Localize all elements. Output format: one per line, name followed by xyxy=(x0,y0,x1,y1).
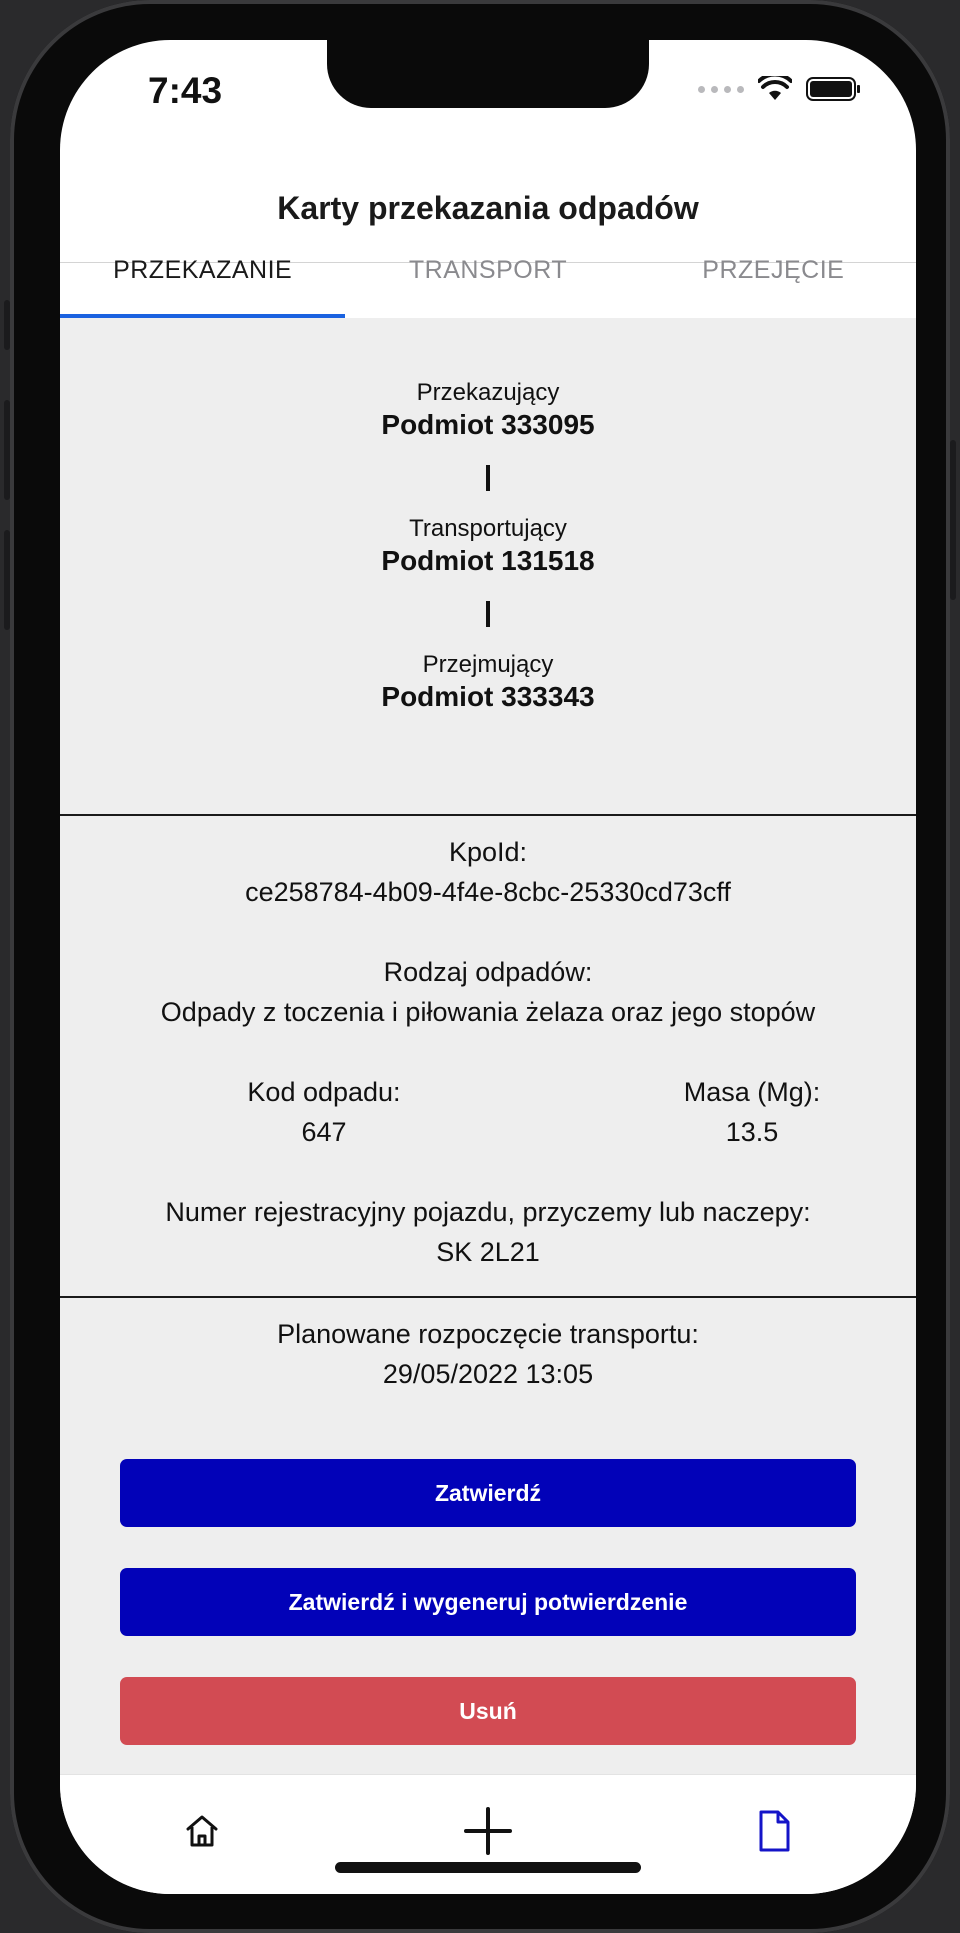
party-name: Podmiot 131518 xyxy=(381,545,595,576)
waste-type-block: Rodzaj odpadów: Odpady z toczenia i piło… xyxy=(60,952,916,1032)
mass-block: Masa (Mg): 13.5 xyxy=(602,1072,902,1152)
waste-code-block: Kod odpadu: 647 xyxy=(174,1072,474,1152)
wifi-icon xyxy=(758,76,792,100)
content-area: Przekazujący Podmiot 333095 Transportują… xyxy=(60,318,916,1774)
planned-start-value: 29/05/2022 13:05 xyxy=(382,1359,594,1389)
confirm-button[interactable]: Zatwierdź xyxy=(120,1459,856,1527)
volume-up-button xyxy=(4,400,10,500)
mass-label: Masa (Mg): xyxy=(683,1077,821,1107)
party-name: Podmiot 333343 xyxy=(381,681,595,712)
volume-down-button xyxy=(4,530,10,630)
chain-connector xyxy=(486,465,490,491)
section-divider xyxy=(60,814,916,816)
nav-documents[interactable] xyxy=(744,1801,804,1861)
waste-type-value: Odpady z toczenia i piłowania żelaza ora… xyxy=(160,997,816,1027)
party-role: Przekazujący xyxy=(416,379,560,406)
document-icon xyxy=(759,1810,790,1852)
home-icon xyxy=(186,1815,218,1847)
status-time: 7:43 xyxy=(148,70,223,111)
party-role: Transportujący xyxy=(409,515,567,542)
waste-type-label: Rodzaj odpadów: xyxy=(383,957,593,987)
chain-connector xyxy=(486,601,490,627)
tab-przekazanie[interactable]: PRZEKAZANIE xyxy=(60,222,346,318)
kpo-id-value: ce258784-4b09-4f4e-8cbc-25330cd73cff xyxy=(245,877,731,907)
status-icons xyxy=(698,76,862,102)
party-name: Podmiot 333095 xyxy=(381,409,595,440)
mass-value: 13.5 xyxy=(725,1117,779,1147)
kpo-id-block: KpoId: ce258784-4b09-4f4e-8cbc-25330cd73… xyxy=(60,832,916,912)
registration-value: SK 2L21 xyxy=(436,1237,540,1267)
tab-bar: PRZEKAZANIE TRANSPORT PRZEJĘCIE xyxy=(60,222,916,318)
home-indicator xyxy=(335,1862,641,1873)
waste-code-label: Kod odpadu: xyxy=(247,1077,401,1107)
nav-add[interactable] xyxy=(458,1801,518,1861)
registration-label: Numer rejestracyjny pojazdu, przyczemy l… xyxy=(165,1197,811,1227)
signal-icon xyxy=(698,85,744,93)
planned-start-block: Planowane rozpoczęcie transportu: 29/05/… xyxy=(60,1314,916,1394)
tab-przejecie[interactable]: PRZEJĘCIE xyxy=(631,222,916,318)
bottom-nav xyxy=(60,1774,916,1894)
nav-home[interactable] xyxy=(172,1801,232,1861)
mute-switch xyxy=(4,300,10,350)
parties-chain: Przekazujący Podmiot 333095 Transportują… xyxy=(60,379,916,713)
party-receiver: Przejmujący Podmiot 333343 xyxy=(60,651,916,713)
power-button xyxy=(950,440,956,600)
party-sender: Przekazujący Podmiot 333095 xyxy=(60,379,916,441)
delete-button[interactable]: Usuń xyxy=(120,1677,856,1745)
kpo-id-label: KpoId: xyxy=(448,837,528,867)
registration-block: Numer rejestracyjny pojazdu, przyczemy l… xyxy=(60,1192,916,1272)
waste-code-value: 647 xyxy=(301,1117,347,1147)
app-screen: 7:43 Karty przekazania odpadów PRZEKAZAN… xyxy=(60,40,916,1894)
planned-start-label: Planowane rozpoczęcie transportu: xyxy=(277,1319,699,1349)
confirm-generate-button[interactable]: Zatwierdź i wygeneruj potwierdzenie xyxy=(120,1568,856,1636)
battery-icon xyxy=(806,77,860,101)
plus-icon xyxy=(464,1807,512,1855)
party-carrier: Transportujący Podmiot 131518 xyxy=(60,515,916,577)
phone-frame: 7:43 Karty przekazania odpadów PRZEKAZAN… xyxy=(4,0,956,1933)
tab-transport[interactable]: TRANSPORT xyxy=(345,222,630,318)
party-role: Przejmujący xyxy=(422,651,554,678)
section-divider xyxy=(60,1296,916,1298)
notch xyxy=(327,40,649,108)
